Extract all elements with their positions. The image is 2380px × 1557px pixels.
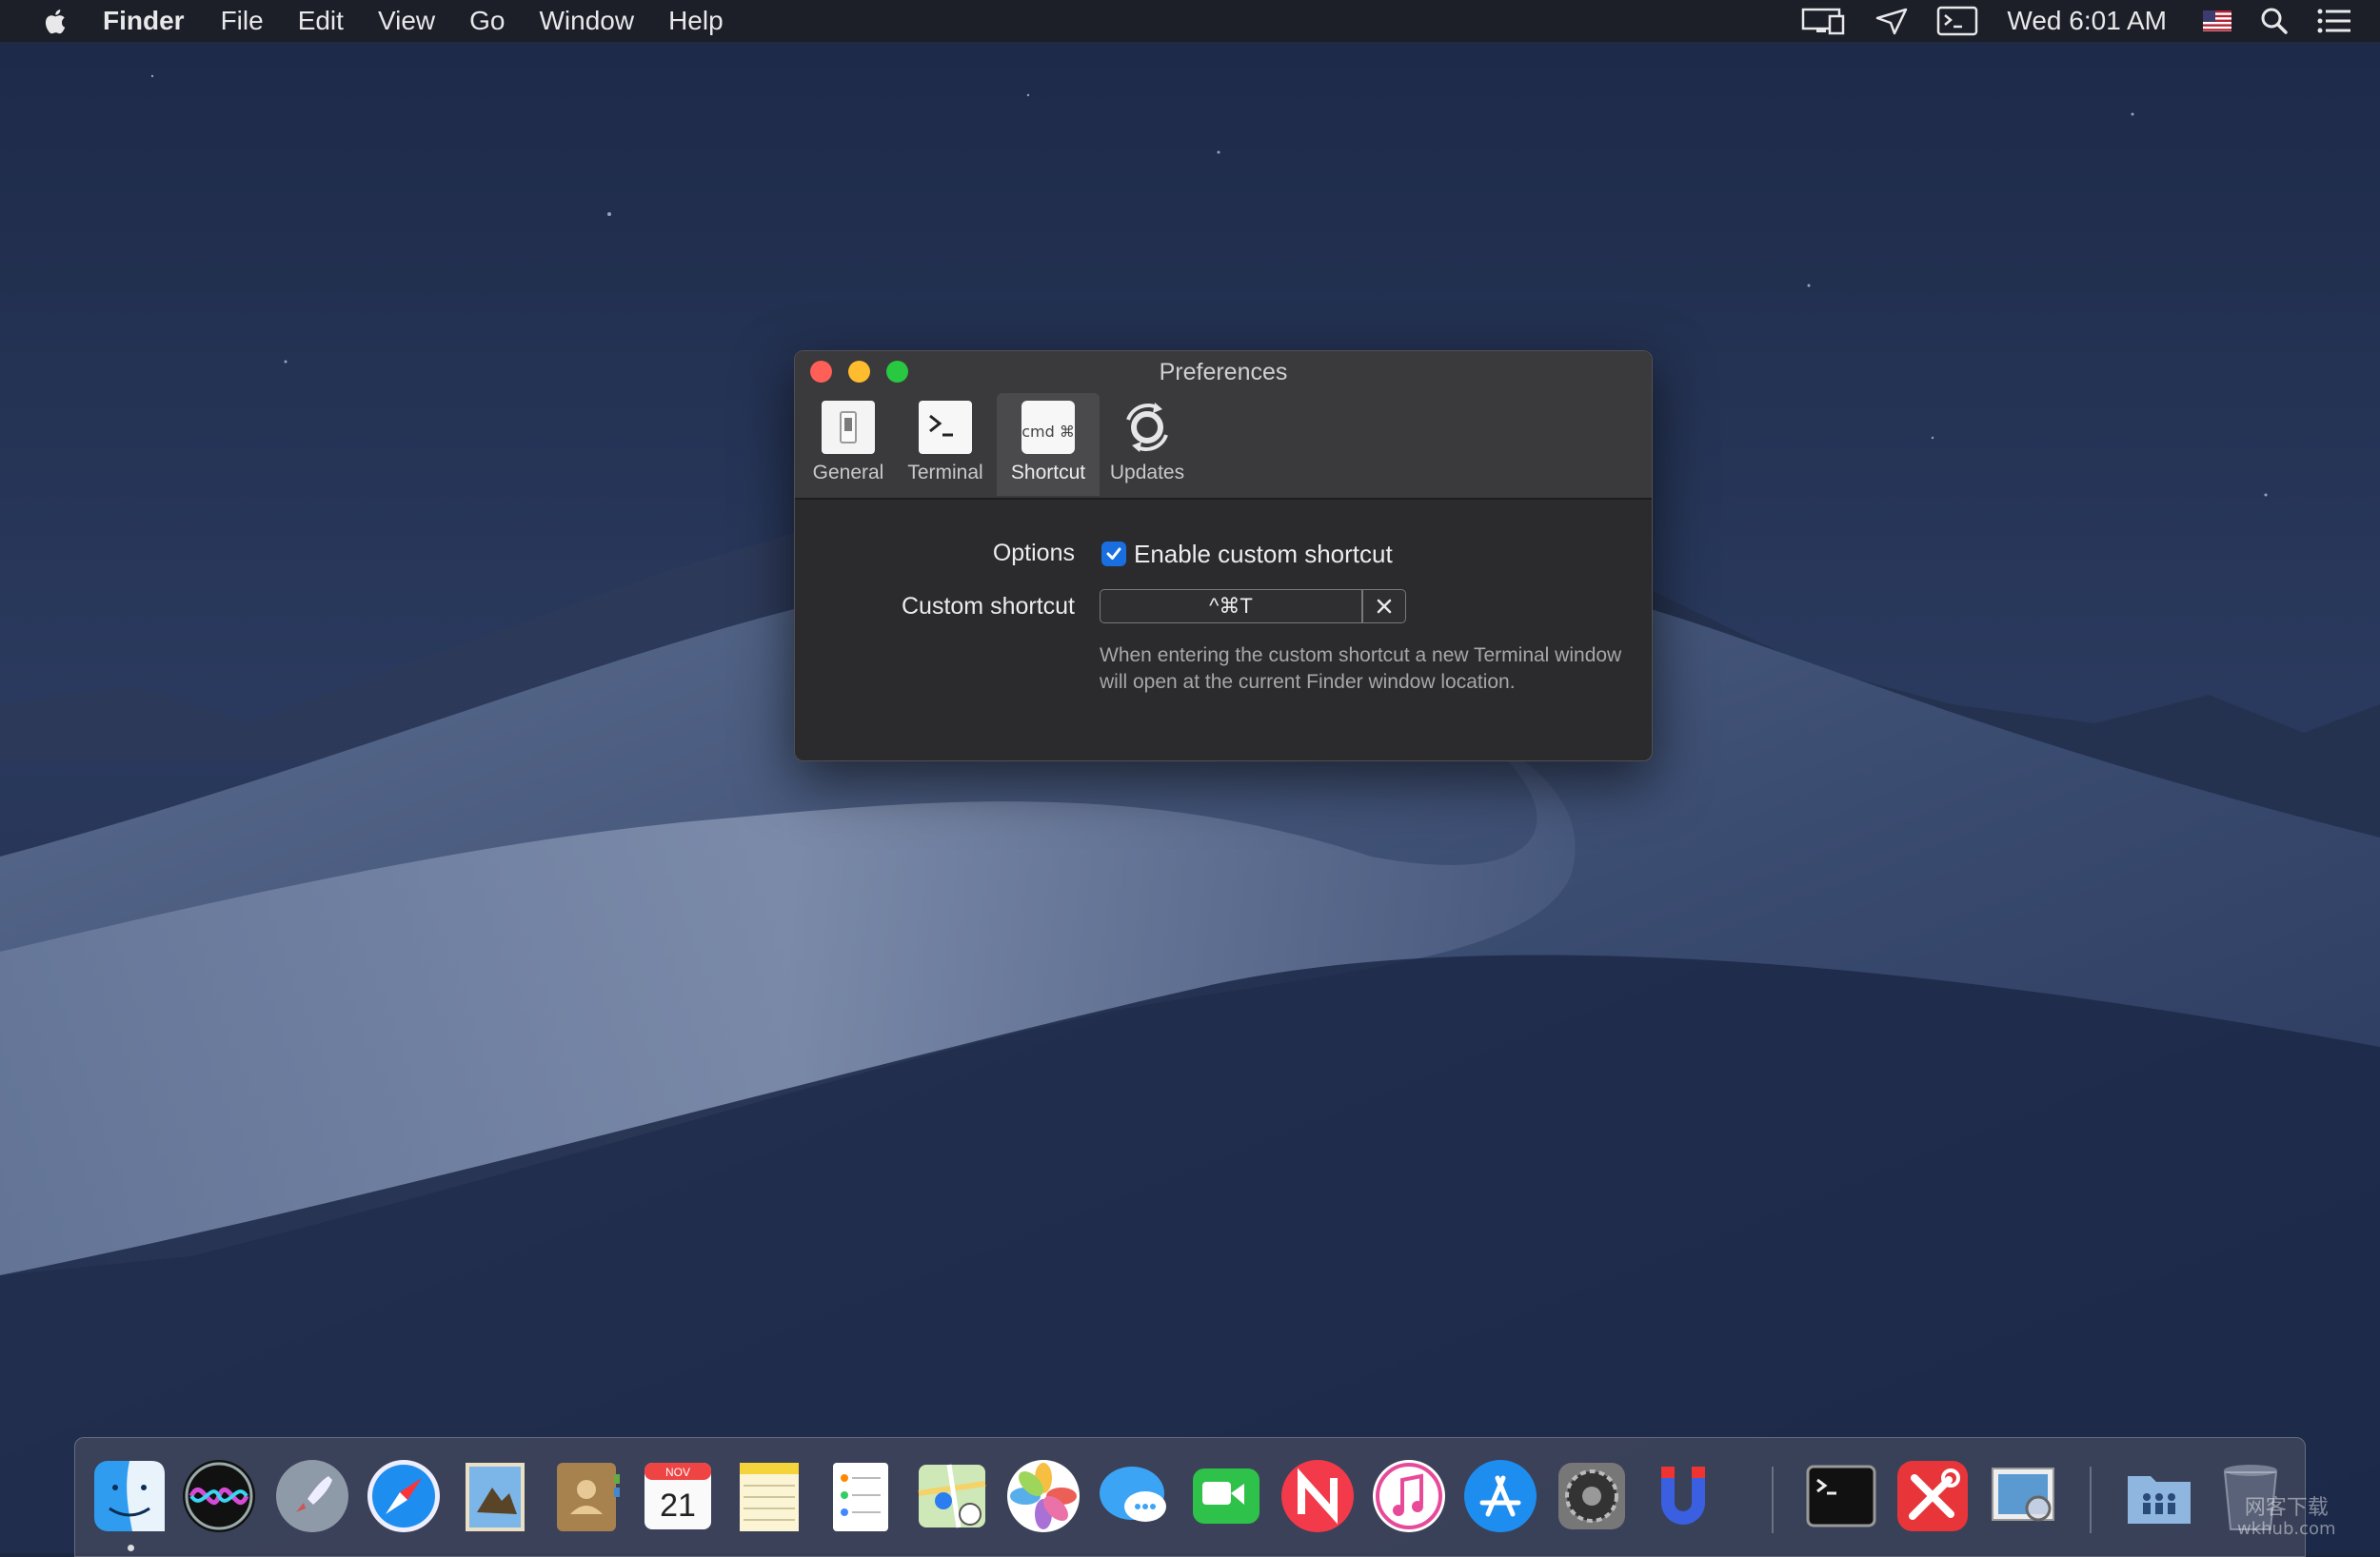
send-icon[interactable] [1875, 7, 1908, 35]
shortcut-recorder-field[interactable]: ^⌘T [1100, 589, 1362, 623]
contacts-icon[interactable] [545, 1455, 627, 1537]
maps-icon[interactable] [911, 1455, 993, 1537]
terminal-icon [919, 401, 972, 454]
tab-updates[interactable]: Updates [1100, 393, 1195, 496]
dock: NOV 21 [74, 1437, 2306, 1557]
enable-shortcut-checkbox[interactable] [1101, 542, 1126, 566]
spotlight-icon[interactable] [2260, 7, 2289, 35]
cmd-key-icon: cmd ⌘ [1021, 401, 1075, 454]
menu-go[interactable]: Go [469, 6, 505, 36]
tab-shortcut-label: Shortcut [1010, 462, 1086, 483]
magnet-icon[interactable] [1642, 1455, 1724, 1537]
launchpad-icon[interactable] [271, 1455, 353, 1537]
dock-separator [1772, 1467, 1774, 1533]
display-icon[interactable] [1801, 7, 1847, 35]
flag-us-icon[interactable] [2203, 10, 2231, 31]
running-indicator [128, 1545, 134, 1551]
desktop-wallpaper [0, 0, 2380, 1553]
watermark-line1: 网客下载 [2244, 1496, 2329, 1520]
window-title: Preferences [1159, 359, 1288, 385]
menu-window[interactable]: Window [539, 6, 634, 36]
window-toolbar: Preferences General Terminal cmd ⌘ Short… [795, 351, 1652, 500]
custom-shortcut-label: Custom shortcut [901, 593, 1075, 620]
siri-icon[interactable] [178, 1455, 260, 1537]
switch-icon [822, 401, 875, 454]
shared-folder-icon[interactable] [2118, 1455, 2200, 1537]
checkmark-icon [1106, 547, 1121, 560]
facetime-icon[interactable] [1185, 1455, 1267, 1537]
refresh-icon [1126, 403, 1168, 452]
shortcut-help-text: When entering the custom shortcut a new … [1100, 644, 1622, 693]
dock-separator [2090, 1467, 2092, 1533]
shortcut-pane: Options Enable custom shortcut Custom sh… [795, 500, 1652, 760]
calendar-icon[interactable]: NOV 21 [637, 1455, 719, 1537]
news-icon[interactable] [1277, 1455, 1359, 1537]
options-label: Options [992, 540, 1075, 566]
tab-updates-label: Updates [1109, 462, 1185, 483]
finder-icon[interactable] [89, 1455, 170, 1537]
menu-app-name[interactable]: Finder [103, 6, 185, 36]
tab-terminal[interactable]: Terminal [898, 393, 993, 496]
tab-general-label: General [812, 462, 884, 483]
calendar-day: 21 [660, 1488, 696, 1524]
tab-shortcut[interactable]: cmd ⌘ Shortcut [997, 393, 1100, 496]
mail-icon[interactable] [454, 1455, 536, 1537]
menu-clock[interactable]: Wed 6:01 AM [2007, 6, 2167, 36]
calendar-month: NOV [665, 1466, 690, 1479]
close-icon [1377, 599, 1392, 614]
menu-bar: Finder File Edit View Go Window Help Wed… [0, 0, 2380, 42]
messages-icon[interactable] [1094, 1455, 1176, 1537]
reminders-icon[interactable] [820, 1455, 902, 1537]
system-preferences-icon[interactable] [1551, 1455, 1633, 1537]
safari-icon[interactable] [363, 1455, 445, 1537]
terminal-app-icon[interactable] [1800, 1455, 1882, 1537]
app-store-icon[interactable] [1459, 1455, 1541, 1537]
utility-tools-icon[interactable] [1892, 1455, 1973, 1537]
notes-icon[interactable] [728, 1455, 810, 1537]
menu-view[interactable]: View [378, 6, 435, 36]
terminal-status-icon[interactable] [1936, 6, 1978, 36]
photos-icon[interactable] [1002, 1455, 1084, 1537]
preferences-window: Preferences General Terminal cmd ⌘ Short… [794, 350, 1653, 761]
preview-icon[interactable] [1983, 1455, 2065, 1537]
menu-help[interactable]: Help [668, 6, 724, 36]
tab-terminal-label: Terminal [907, 462, 983, 483]
watermark-line2: wkhub.com [2237, 1519, 2336, 1539]
apple-menu-icon[interactable] [36, 2, 74, 40]
itunes-icon[interactable] [1368, 1455, 1450, 1537]
menu-file[interactable]: File [221, 6, 264, 36]
clear-shortcut-button[interactable] [1362, 589, 1406, 623]
watermark: 网客下载 wkhub.com [2237, 1498, 2336, 1540]
enable-shortcut-label[interactable]: Enable custom shortcut [1134, 540, 1393, 569]
cmd-key-text: cmd ⌘ [1021, 423, 1075, 441]
tab-general[interactable]: General [801, 393, 896, 496]
menu-edit[interactable]: Edit [298, 6, 344, 36]
notification-center-icon[interactable] [2317, 9, 2351, 33]
